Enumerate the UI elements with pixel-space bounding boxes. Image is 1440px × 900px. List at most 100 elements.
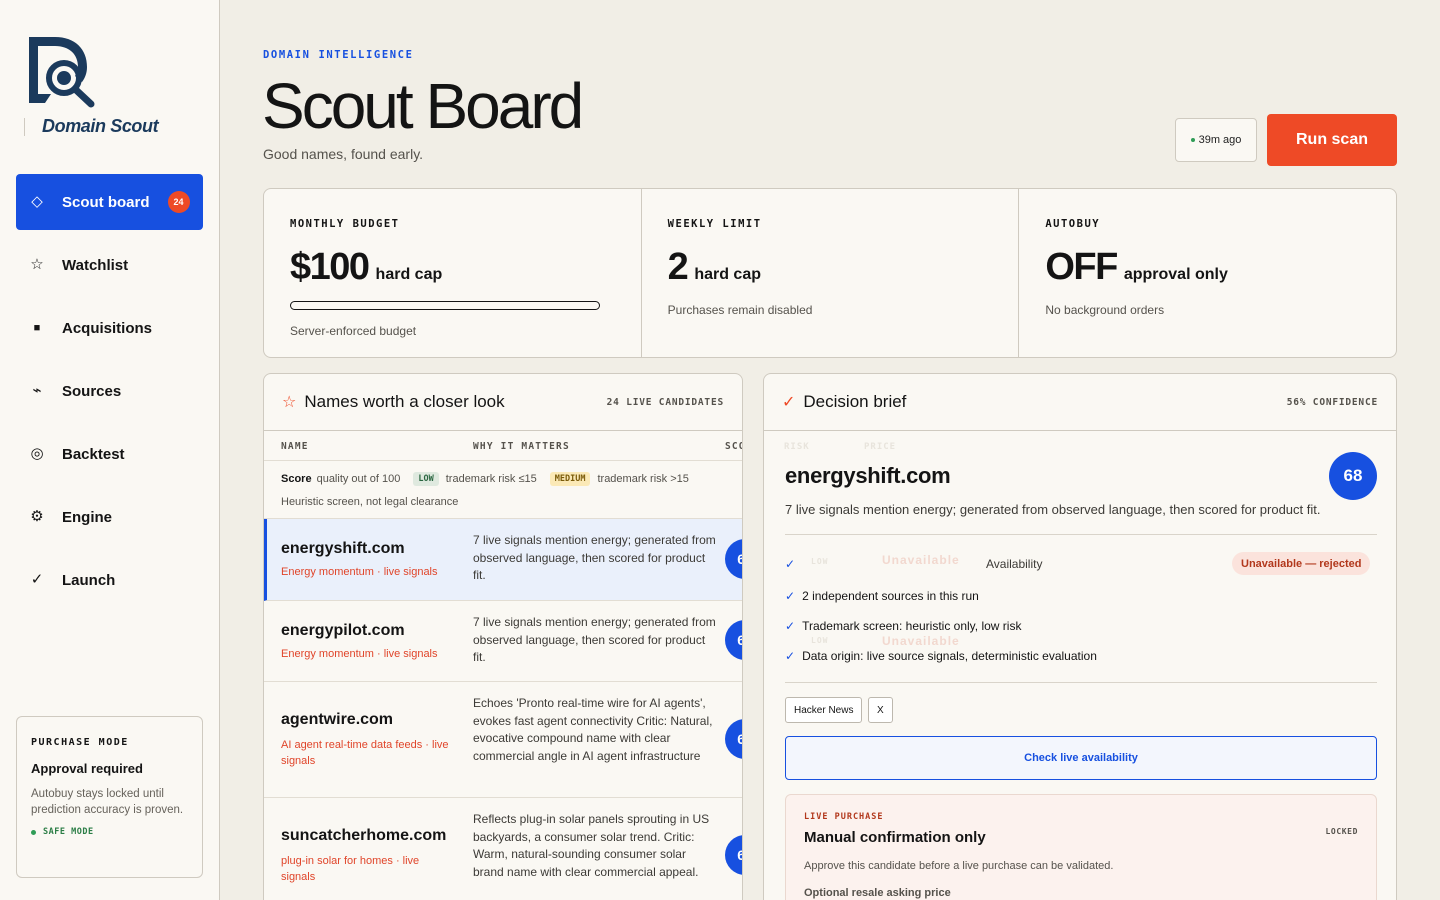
sidebar-item-engine[interactable]: ⚙ Engine [16, 489, 203, 545]
decision-brief-panel: ✓ Decision brief 56% CONFIDENCE RISK PRI… [763, 373, 1397, 900]
star-icon: ☆ [30, 256, 44, 273]
availability-row: ✓ [785, 557, 802, 571]
sidebar: Domain Scout ◇ Scout board 24 ☆ Watchlis… [0, 0, 220, 900]
legend-low-desc: trademark risk ≤15 [445, 473, 537, 485]
page-eyebrow: DOMAIN INTELLIGENCE [263, 49, 414, 61]
divider [785, 682, 1377, 683]
brief-summary: 7 live signals mention energy; generated… [785, 502, 1321, 517]
risk-tag-low: LOW [413, 472, 439, 486]
ghost-unavailable: Unavailable [882, 553, 960, 567]
page-title: Scout Board [262, 70, 584, 142]
sidebar-item-label: Backtest [62, 445, 125, 463]
column-header-why[interactable]: WHY IT MATTERS [473, 441, 570, 452]
sidebar-item-label: Launch [62, 571, 116, 589]
score-legend: Score quality out of 100 LOW trademark r… [264, 461, 742, 519]
stat-label: MONTHLY BUDGET [290, 218, 400, 230]
table-row[interactable]: energyshift.com Energy momentum · live s… [264, 519, 742, 601]
candidate-tags: Energy momentum · live signals [281, 566, 438, 578]
stat-monthly-budget: MONTHLY BUDGET $100 hard cap Server-enfo… [264, 189, 642, 357]
sidebar-item-watchlist[interactable]: ☆ Watchlist [16, 237, 203, 293]
purchase-mode-description: Autobuy stays locked until prediction ac… [31, 788, 184, 816]
sidebar-item-label: Sources [62, 382, 122, 400]
status-dot-icon [1190, 138, 1195, 142]
brand-logo[interactable]: Domain Scout [24, 34, 204, 144]
check-icon: ✓ [782, 394, 796, 411]
sidebar-item-acquisitions[interactable]: ■ Acquisitions [16, 300, 203, 356]
candidate-why: 7 live signals mention energy; generated… [473, 533, 716, 582]
ghost-risk-tag: LOW [811, 557, 829, 566]
stat-label: AUTOBUY [1045, 218, 1101, 230]
brief-panel-title: Decision brief [803, 392, 907, 411]
candidate-tags: AI agent real-time data feeds · live sig… [281, 739, 449, 767]
sidebar-nav: ◇ Scout board 24 ☆ Watchlist ■ Acquisiti… [16, 174, 203, 615]
check-text: Data origin: live source signals, determ… [802, 649, 1097, 663]
score-badge: 68 [725, 620, 742, 660]
legend-score-desc: quality out of 100 [316, 473, 401, 485]
column-header-name[interactable]: NAME [281, 441, 309, 452]
budget-progress-bar [290, 301, 600, 310]
table-row[interactable]: agentwire.com AI agent real-time data fe… [264, 682, 742, 798]
confidence-label: 56% CONFIDENCE [1286, 396, 1378, 408]
table-row[interactable]: energypilot.com Energy momentum · live s… [264, 601, 742, 682]
check-icon: ✓ [785, 619, 796, 633]
check-icon: ✓ [785, 589, 796, 603]
sidebar-item-backtest[interactable]: ◎ Backtest [16, 426, 203, 482]
stat-autobuy: AUTOBUY OFF approval only No background … [1019, 189, 1396, 357]
sidebar-item-label: Scout board [62, 193, 150, 211]
brief-domain: energyshift.com [785, 463, 951, 488]
safe-mode-indicator: SAFE MODE [31, 827, 188, 837]
candidates-panel: ☆ Names worth a closer look 24 LIVE CAND… [263, 373, 743, 900]
purchase-eyebrow: LIVE PURCHASE [804, 812, 884, 822]
stat-unit: approval only [1123, 266, 1228, 283]
table-header: NAME WHY IT MATTERS SCORE [264, 431, 742, 461]
purchase-mode-eyebrow: PURCHASE MODE [31, 737, 129, 748]
source-chip-hacker-news[interactable]: Hacker News [785, 697, 863, 723]
column-header-score[interactable]: SCORE [725, 441, 742, 452]
availability-status-badge: Unavailable — rejected [1232, 552, 1371, 575]
purchase-mode-title: Approval required [31, 761, 143, 776]
sidebar-item-label: Watchlist [62, 256, 129, 274]
candidate-why: 7 live signals mention energy; generated… [473, 615, 716, 664]
availability-label: Availability [986, 557, 1043, 571]
check-row: ✓ Data origin: live source signals, dete… [785, 649, 1097, 663]
candidates-panel-header: ☆ Names worth a closer look 24 LIVE CAND… [264, 374, 742, 431]
sidebar-item-sources[interactable]: ⌁ Sources [16, 363, 203, 419]
legend-note: Heuristic screen, not legal clearance [281, 496, 459, 508]
legend-score-label: Score [281, 473, 312, 485]
status-dot-icon [31, 829, 36, 835]
score-badge: 68 [725, 719, 742, 759]
purchase-title: Manual confirmation only [804, 829, 986, 846]
table-row[interactable]: suncatcherhome.com plug-in solar for hom… [264, 798, 742, 900]
candidate-name: energyshift.com [281, 540, 405, 557]
check-text: Trademark screen: heuristic only, low ri… [802, 619, 1022, 633]
candidate-tags: plug-in solar for homes · live signals [281, 855, 420, 883]
logo-divider [24, 118, 25, 136]
stats-bar: MONTHLY BUDGET $100 hard cap Server-enfo… [263, 188, 1397, 358]
divider [785, 534, 1377, 535]
diamond-icon: ◇ [31, 193, 43, 210]
candidate-why: Echoes 'Pronto real-time wire for AI age… [473, 696, 713, 763]
page-subtitle: Good names, found early. [263, 146, 424, 162]
candidates-count: 24 LIVE CANDIDATES [606, 396, 724, 408]
sidebar-item-launch[interactable]: ✓ Launch [16, 552, 203, 608]
check-icon: ✓ [785, 557, 796, 571]
app-name: Domain Scout [42, 116, 159, 136]
legend-medium-desc: trademark risk >15 [597, 473, 689, 485]
source-chip-x[interactable]: X [868, 697, 893, 723]
check-availability-button[interactable]: Check live availability [785, 736, 1377, 780]
check-icon: ✓ [30, 571, 44, 588]
run-scan-button[interactable]: Run scan [1267, 114, 1397, 166]
stat-note: Purchases remain disabled [667, 303, 813, 317]
sidebar-item-label: Acquisitions [62, 319, 153, 337]
last-scan-time: 39m ago [1198, 134, 1242, 146]
candidate-name: suncatcherhome.com [281, 827, 447, 844]
stat-value: $100 [290, 246, 370, 288]
score-badge: 68 [725, 835, 742, 875]
count-badge: 24 [167, 191, 190, 213]
check-row: ✓ 2 independent sources in this run [785, 589, 979, 603]
ghost-unavailable: Unavailable [882, 634, 960, 648]
resale-price-label: Optional resale asking price [804, 887, 951, 899]
last-scan-indicator[interactable]: 39m ago [1175, 118, 1257, 162]
sidebar-item-scout-board[interactable]: ◇ Scout board 24 [16, 174, 203, 230]
check-text: 2 independent sources in this run [802, 589, 979, 603]
